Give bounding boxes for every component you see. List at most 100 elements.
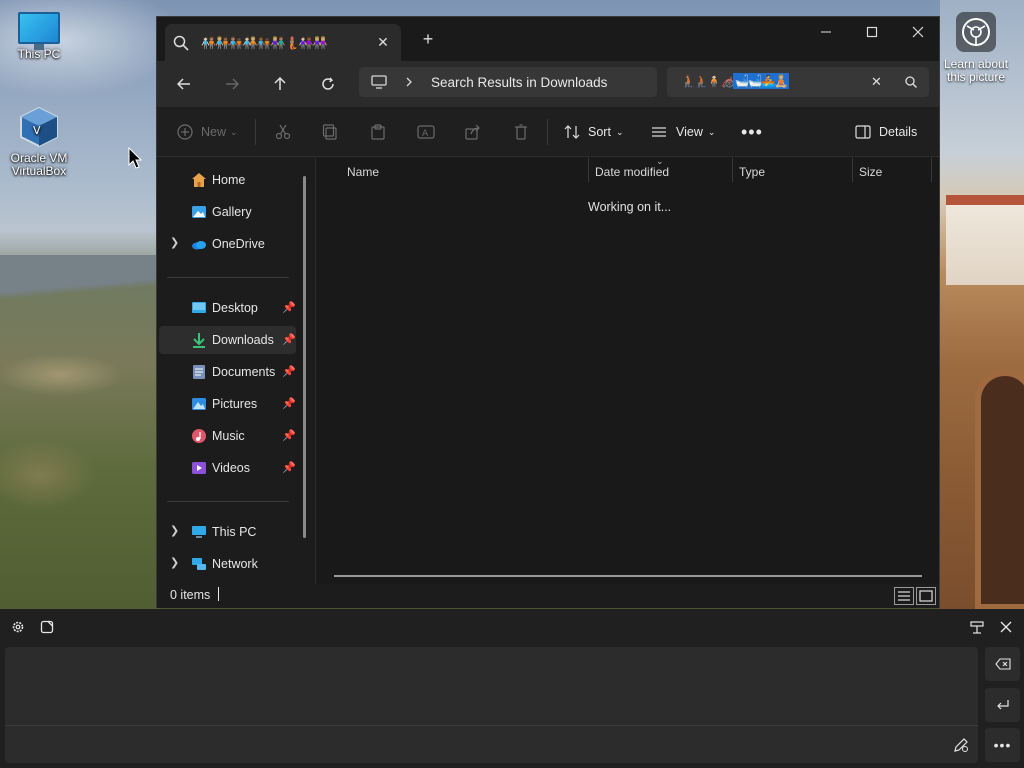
search-query-text: 🧎🏽🧎🏾🧍🏻🦽 — [681, 74, 735, 88]
maximize-icon — [866, 26, 878, 38]
tab-search-results[interactable]: 🧑🏻‍🤝‍🧑🏽🧑🏼‍🤝‍🧑🏾🧑🏽‍🤝‍🧑🏿🧑🏻‍🤝‍🧑🏼🧑🏾‍🤝‍🧑🏿👩🏼‍🤝‍… — [165, 24, 401, 61]
music-icon — [192, 429, 206, 443]
copy-button[interactable] — [322, 120, 338, 144]
sort-button[interactable]: Sort ⌄ — [564, 120, 623, 144]
column-header-type[interactable]: Type — [739, 165, 765, 179]
learn-about-picture[interactable]: Learn about this picture — [943, 12, 1009, 84]
details-button[interactable]: Details — [855, 120, 917, 144]
arrow-up-icon — [274, 77, 286, 90]
handwriting-panel: ••• — [0, 609, 1024, 768]
sticker-button[interactable] — [38, 618, 56, 636]
refresh-button[interactable] — [314, 71, 342, 97]
column-divider[interactable] — [931, 158, 932, 182]
chevron-right-icon[interactable]: ❯ — [170, 236, 179, 249]
chevron-right-icon[interactable]: ❯ — [170, 524, 179, 537]
search-input[interactable]: 🧎🏽🧎🏾🧍🏻🦽 🛁🛁🚣🧘🏼 — [681, 73, 789, 89]
rename-button[interactable]: A — [417, 120, 435, 144]
breadcrumb[interactable]: Search Results in Downloads — [431, 75, 607, 90]
divider — [255, 119, 256, 145]
nav-item-label: Documents — [212, 365, 276, 379]
nav-item-downloads[interactable]: Downloads 📌 — [159, 326, 296, 354]
pen-icon[interactable] — [953, 737, 969, 756]
pin-icon: 📌 — [282, 462, 296, 474]
nav-item-music[interactable]: Music 📌 — [159, 422, 296, 450]
maximize-button[interactable] — [849, 17, 895, 47]
chevron-right-icon[interactable]: ❯ — [170, 556, 179, 569]
view-button[interactable]: View ⌄ — [651, 120, 715, 144]
arrow-right-icon — [226, 78, 239, 90]
nav-divider — [167, 277, 289, 278]
nav-scrollbar[interactable] — [303, 176, 306, 538]
desktop-icon-virtualbox[interactable]: V Oracle VM VirtualBox — [3, 106, 75, 178]
new-button[interactable]: New ⌄ — [177, 120, 238, 144]
home-icon — [192, 173, 206, 187]
column-divider[interactable] — [852, 158, 853, 182]
details-view-button[interactable] — [894, 587, 914, 605]
pin-icon: 📌 — [282, 398, 296, 410]
network-icon — [192, 558, 206, 570]
nav-item-home[interactable]: Home — [159, 166, 296, 194]
backspace-button[interactable] — [985, 647, 1020, 681]
more-button[interactable]: ••• — [985, 728, 1020, 762]
desktop-icon-label: Oracle VM VirtualBox — [10, 151, 68, 178]
clear-search-icon[interactable]: ✕ — [871, 74, 882, 90]
paste-button[interactable] — [370, 120, 386, 144]
column-header-size[interactable]: Size — [859, 165, 882, 179]
item-count: 0 items — [170, 588, 211, 602]
nav-item-onedrive[interactable]: ❯ OneDrive — [159, 230, 296, 258]
download-icon — [193, 333, 205, 348]
handwriting-area[interactable] — [5, 647, 978, 763]
path-box[interactable]: Search Results in Downloads — [359, 67, 657, 97]
pictures-icon — [192, 398, 206, 410]
nav-item-gallery[interactable]: Gallery — [159, 198, 296, 226]
column-divider[interactable] — [732, 158, 733, 182]
nav-item-documents[interactable]: Documents 📌 — [159, 358, 296, 386]
settings-button[interactable] — [9, 618, 27, 636]
virtualbox-icon: V — [19, 106, 59, 148]
more-options-button[interactable]: ••• — [741, 120, 763, 144]
back-button[interactable] — [170, 71, 198, 97]
enter-icon — [996, 700, 1009, 710]
video-icon — [192, 462, 206, 474]
title-bar: 🧑🏻‍🤝‍🧑🏽🧑🏼‍🤝‍🧑🏾🧑🏽‍🤝‍🧑🏿🧑🏻‍🤝‍🧑🏼🧑🏾‍🤝‍🧑🏿👩🏼‍🤝‍… — [157, 17, 939, 61]
new-tab-button[interactable]: + — [419, 30, 437, 48]
pin-icon: 📌 — [282, 430, 296, 442]
camera-icon — [956, 12, 996, 52]
pin-icon: 📌 — [282, 366, 296, 378]
nav-divider — [167, 501, 289, 502]
share-icon — [465, 124, 480, 140]
close-icon — [912, 26, 924, 38]
enter-button[interactable] — [985, 688, 1020, 722]
column-header-name[interactable]: Name — [347, 165, 379, 179]
details-view-icon — [898, 591, 910, 601]
nav-item-network[interactable]: ❯ Network — [159, 550, 296, 578]
minimize-button[interactable] — [803, 17, 849, 47]
nav-item-pictures[interactable]: Pictures 📌 — [159, 390, 296, 418]
nav-item-label: Videos — [212, 461, 250, 475]
chevron-down-icon: ⌄ — [230, 126, 238, 137]
close-tab-icon[interactable]: ✕ — [375, 34, 391, 50]
nav-item-this-pc[interactable]: ❯ This PC — [159, 518, 296, 546]
view-list-icon — [652, 127, 666, 137]
horizontal-scrollbar[interactable] — [334, 575, 922, 577]
forward-button[interactable] — [218, 71, 246, 97]
column-divider[interactable] — [588, 158, 589, 182]
close-panel-button[interactable] — [997, 618, 1015, 636]
delete-button[interactable] — [514, 120, 528, 144]
search-icon[interactable] — [905, 76, 917, 88]
file-list: Name ⌄ Date modified Type Size Working o… — [315, 156, 939, 584]
nav-item-desktop[interactable]: Desktop 📌 — [159, 294, 296, 322]
chevron-right-icon — [406, 77, 412, 87]
column-header-date-modified[interactable]: Date modified — [595, 165, 669, 179]
close-button[interactable] — [895, 17, 941, 47]
details-pane-icon — [855, 125, 871, 139]
nav-item-videos[interactable]: Videos 📌 — [159, 454, 296, 482]
dock-button[interactable] — [968, 618, 986, 636]
search-box[interactable]: 🧎🏽🧎🏾🧍🏻🦽 🛁🛁🚣🧘🏼 ✕ — [667, 67, 929, 97]
desktop-icon-this-pc[interactable]: This PC — [3, 12, 75, 61]
cut-button[interactable] — [275, 120, 291, 144]
share-button[interactable] — [465, 120, 481, 144]
tiles-view-button[interactable] — [916, 587, 936, 605]
scissors-icon — [275, 124, 291, 140]
up-button[interactable] — [266, 71, 294, 97]
